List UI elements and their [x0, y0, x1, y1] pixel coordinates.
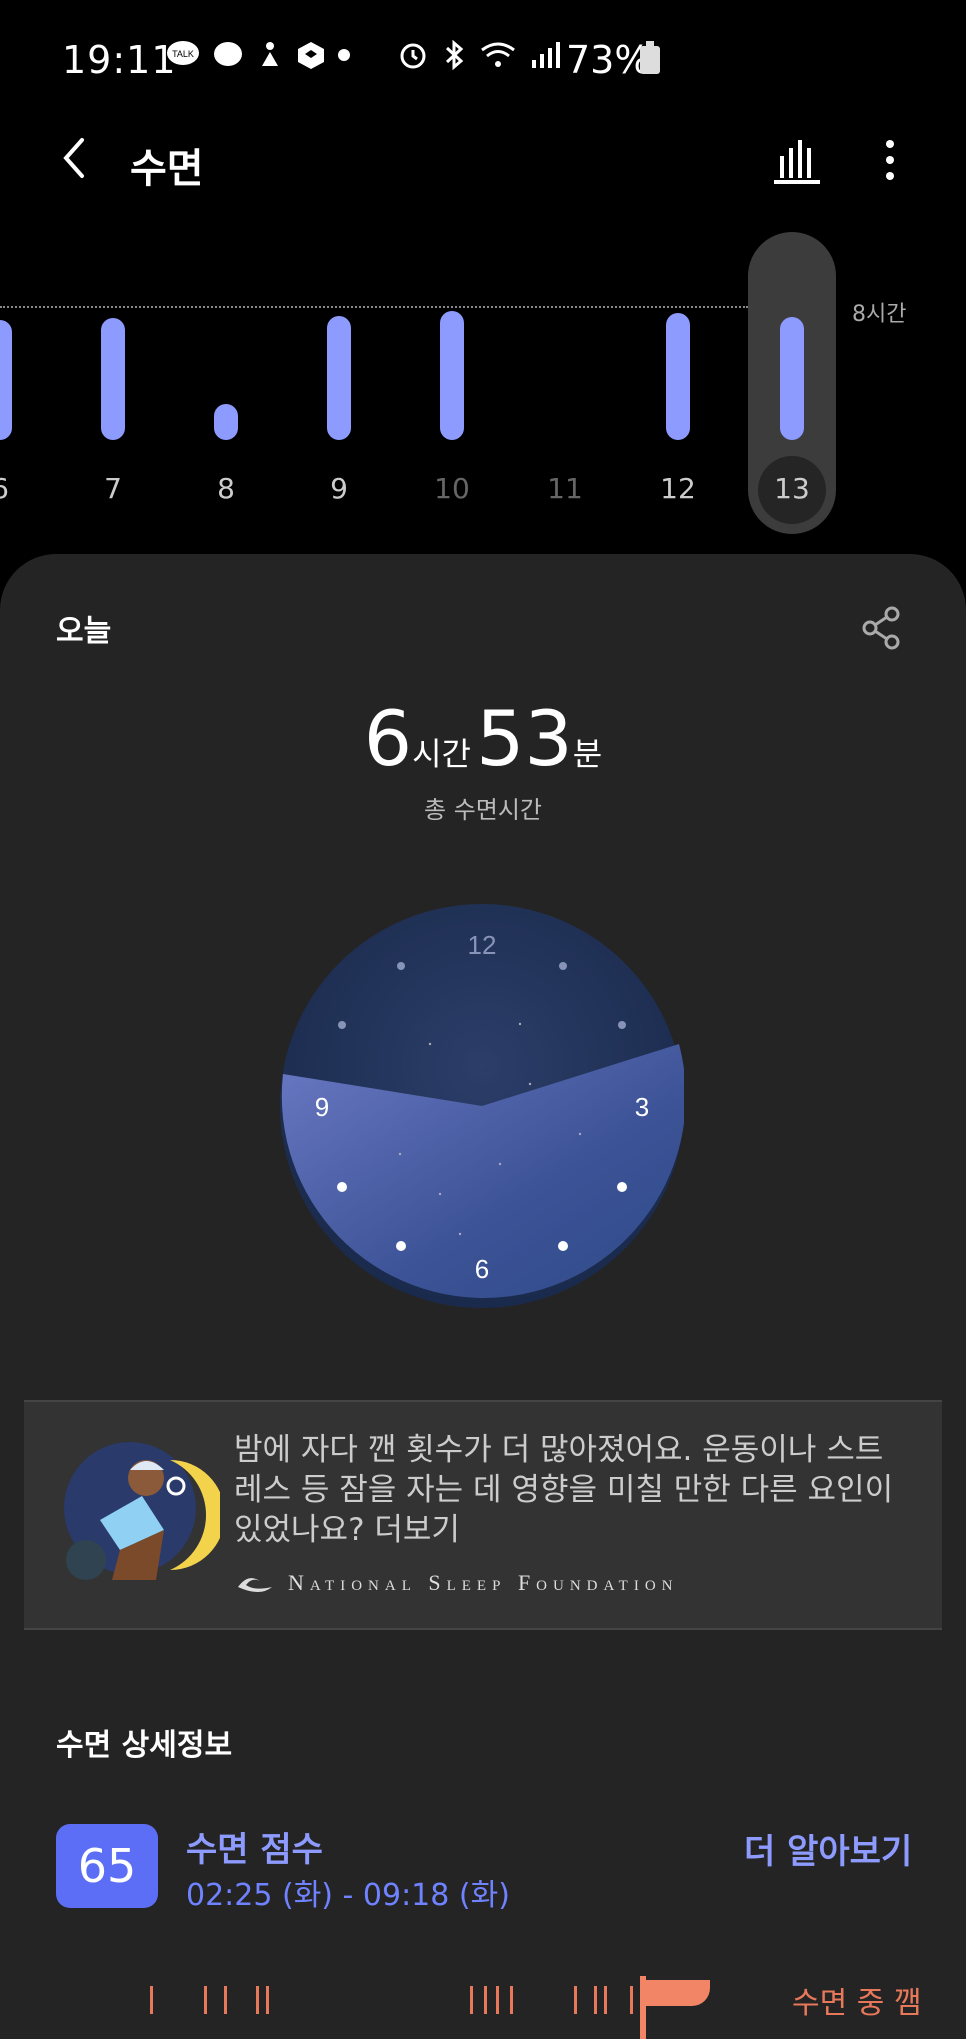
awake-tick	[574, 1986, 577, 2014]
awake-tick	[266, 1986, 269, 2014]
status-bar: 19:11 TALK 73%	[0, 0, 966, 120]
awake-tick	[470, 1986, 473, 2014]
battery-icon	[640, 41, 660, 74]
goal-line	[0, 306, 748, 308]
more-options-icon[interactable]	[868, 134, 912, 186]
section-title-today: 오늘	[56, 614, 112, 649]
day-label-7[interactable]: 7	[83, 472, 143, 505]
wake-marker-flag	[644, 1980, 710, 2006]
sleep-researcher-illustration	[64, 1442, 220, 1580]
fitness-icon	[262, 42, 278, 66]
awake-tick	[204, 1986, 207, 2014]
bar-chart-icon[interactable]	[772, 134, 824, 186]
sleep-history-chart[interactable]: 8시간 6 7 8 9 10 11 12 13	[0, 220, 966, 540]
sleep-bar-day-7[interactable]	[101, 318, 125, 440]
awake-timeline: 수면 중 깸	[0, 1966, 966, 2039]
sleep-clock-dial: 12 3 6 9	[280, 904, 684, 1308]
sleep-score-badge: 65	[56, 1824, 158, 1908]
sleep-bar-day-13[interactable]	[780, 316, 804, 440]
sleep-summary-card: 오늘 6시간 53분 총 수면시간 12 3 6 9 밤에 자다 깬 횟수가 더…	[0, 554, 966, 2039]
sleep-bar-day-8[interactable]	[214, 404, 238, 440]
awake-tick	[510, 1986, 513, 2014]
awake-tick	[594, 1986, 597, 2014]
total-sleep-time: 6시간 53분	[0, 694, 966, 783]
hours-unit: 시간	[412, 735, 471, 773]
minutes-value: 53	[476, 694, 573, 783]
awake-tick	[224, 1986, 227, 2014]
sleep-bar-day-9[interactable]	[327, 316, 351, 440]
clock-label-6: 6	[475, 1254, 489, 1284]
sleep-time-range: 02:25 (화) - 09:18 (화)	[186, 1878, 510, 1913]
nsf-moon-icon	[238, 1578, 272, 1592]
back-arrow-icon[interactable]	[54, 136, 98, 180]
talk-icon: TALK	[167, 41, 199, 65]
awake-label: 수면 중 깸	[792, 1986, 922, 2021]
signal-icon	[532, 42, 560, 68]
sleep-details-title: 수면 상세정보	[56, 1728, 233, 1763]
awake-tick	[150, 1986, 153, 2014]
sleep-tip-card[interactable]: 밤에 자다 깬 횟수가 더 많아졌어요. 운동이나 스트레스 등 잠을 자는 데…	[24, 1400, 942, 1630]
page-title: 수면	[130, 146, 204, 192]
total-sleep-label: 총 수면시간	[423, 796, 543, 824]
notification-icons: TALK	[166, 40, 350, 70]
dot-icon	[338, 49, 350, 61]
minutes-unit: 분	[572, 735, 603, 773]
chat-bubble-icon	[214, 42, 242, 66]
hours-value: 6	[363, 694, 413, 783]
tip-text: 밤에 자다 깬 횟수가 더 많아졌어요. 운동이나 스트레스 등 잠을 자는 데…	[234, 1432, 894, 1548]
system-icons	[398, 40, 560, 70]
day-label-10[interactable]: 10	[422, 472, 482, 505]
day-label-13[interactable]: 13	[762, 472, 822, 505]
nsf-logo: National Sleep Foundation	[234, 1570, 679, 1596]
day-label-8[interactable]: 8	[196, 472, 256, 505]
goal-label: 8시간	[852, 302, 907, 327]
learn-more-button[interactable]: 더 알아보기	[744, 1824, 912, 1873]
alarm-icon	[400, 43, 426, 69]
awake-tick	[496, 1986, 499, 2014]
day-label-6[interactable]: 6	[0, 472, 30, 505]
battery-percent: 73%	[566, 38, 651, 82]
sleep-score-title: 수면 점수	[186, 1830, 323, 1870]
share-icon[interactable]	[862, 606, 902, 650]
awake-tick	[484, 1986, 487, 2014]
status-time: 19:11	[62, 38, 177, 82]
app-bar: 수면	[0, 120, 966, 200]
nsf-name: National Sleep Foundation	[288, 1570, 679, 1595]
wifi-icon	[481, 42, 515, 67]
day-label-11[interactable]: 11	[535, 472, 595, 505]
awake-tick	[256, 1986, 259, 2014]
sleep-bar-day-12[interactable]	[666, 312, 690, 440]
sleep-bar-day-10[interactable]	[440, 310, 464, 440]
svg-text:TALK: TALK	[172, 49, 194, 59]
sleep-bar-day-6[interactable]	[0, 319, 12, 440]
box-icon	[298, 42, 324, 69]
clock-label-9: 9	[315, 1092, 329, 1122]
clock-label-12: 12	[468, 930, 497, 960]
bluetooth-icon	[445, 40, 464, 70]
awake-tick	[604, 1986, 607, 2014]
day-label-12[interactable]: 12	[648, 472, 708, 505]
day-label-9[interactable]: 9	[309, 472, 369, 505]
awake-tick	[630, 1986, 633, 2014]
clock-label-3: 3	[635, 1092, 649, 1122]
